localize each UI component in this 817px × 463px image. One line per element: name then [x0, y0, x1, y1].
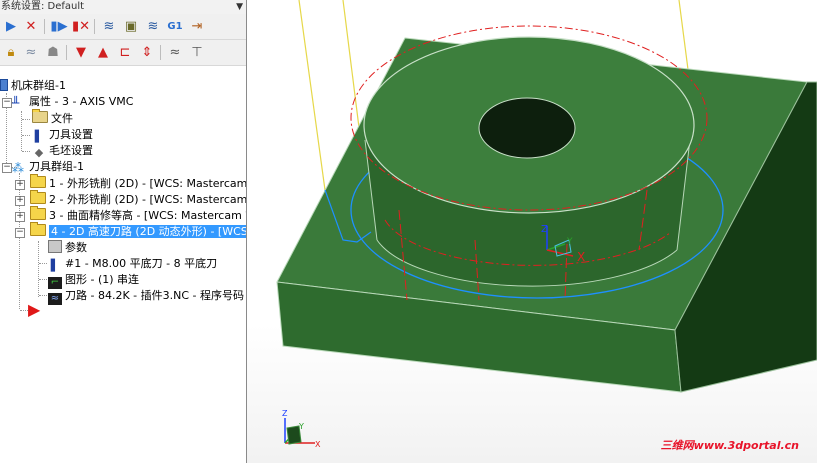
- tree-label: 毛坯设置: [49, 144, 93, 157]
- tree-item-files[interactable]: 文件: [32, 109, 73, 127]
- tree-item-geometry[interactable]: ⌐ 图形 - (1) 串连: [48, 272, 140, 289]
- settings-label: 系统设置: Default: [1, 1, 85, 12]
- regenerate-selected-icon[interactable]: ▮▶: [50, 18, 68, 35]
- tree-label: 1 - 外形铣削 (2D) - [WCS: Mastercam 前: [49, 177, 247, 190]
- tree-item-tool[interactable]: ▌ #1 - M8.00 平底刀 - 8 平底刀: [48, 256, 217, 272]
- view-triad: Z Y X: [282, 409, 321, 449]
- simulate-icon[interactable]: ≋: [144, 18, 162, 35]
- tree-label: 文件: [51, 112, 73, 125]
- operation-folder-icon: [30, 190, 46, 204]
- tree-label-selected: 4 - 2D 高速刀路 (2D 动态外形) - [WCS:: [49, 225, 246, 238]
- expand-toggle[interactable]: +: [15, 212, 25, 222]
- watermark-text: 三维网www.3dportal.cn: [660, 439, 799, 452]
- display-path-icon[interactable]: ≈: [166, 44, 184, 61]
- collapse-toggle[interactable]: −: [2, 98, 12, 108]
- tree-item-stock-settings[interactable]: ◆ 毛坯设置: [32, 143, 93, 159]
- operation-folder-icon: [30, 206, 46, 220]
- tree-label: 刀路 - 84.2K - 插件3.NC - 程序号码: [65, 289, 244, 302]
- toolpath-icon: ≈: [48, 293, 62, 305]
- post-g1-icon[interactable]: G1: [166, 18, 184, 35]
- move-up-icon[interactable]: ▲: [94, 44, 112, 61]
- tree-item-operation-3[interactable]: 3 - 曲面精修等高 - [WCS: Mastercam 前: [30, 206, 247, 224]
- triad-y-label: Y: [298, 422, 304, 431]
- toolpath-group-icon: ⁂: [12, 161, 24, 175]
- machine-group-icon: [0, 79, 8, 91]
- lock-icon[interactable]: 🔒︎: [2, 44, 20, 61]
- backplot-icon[interactable]: ≋: [100, 18, 118, 35]
- operation-folder-open-icon: [30, 222, 46, 236]
- parameters-icon: [48, 240, 62, 253]
- verify-icon[interactable]: ▣: [122, 18, 140, 35]
- graphics-viewport[interactable]: Z Y X Z Y X 三维网www.3dportal.cn: [247, 0, 817, 463]
- tree-item-operation-2[interactable]: 2 - 外形铣削 (2D) - [WCS: Mastercam 前: [30, 190, 247, 208]
- properties-icon: ╨: [12, 96, 20, 110]
- collapse-toggle[interactable]: −: [2, 163, 12, 173]
- tree-item-machine-group[interactable]: 机床群组-1: [0, 78, 66, 94]
- post-output-icon[interactable]: ⇥: [188, 18, 206, 35]
- tree-item-properties[interactable]: ╨ 属性 - 3 - AXIS VMC: [12, 94, 133, 110]
- gizmo-z-label: Z: [541, 224, 548, 235]
- part-view: Z Y X Z Y X: [276, 0, 817, 449]
- tree-label: #1 - M8.00 平底刀 - 8 平底刀: [65, 257, 218, 270]
- toolbar-bottom: 🔒︎ ≈ ☗ ▼ ▲ ⊏ ⇕ ≈ ⊤: [0, 40, 246, 66]
- tree-label: 图形 - (1) 串连: [65, 273, 140, 286]
- expand-toggle[interactable]: +: [15, 180, 25, 190]
- ghost-icon[interactable]: ☗: [44, 44, 62, 61]
- tree-label: 刀具群组-1: [29, 160, 84, 173]
- operation-folder-icon: [30, 174, 46, 188]
- operations-tree: 机床群组-1 ╨ 属性 - 3 - AXIS VMC − 文件 ▌ 刀具设置 ◆ 毛坯…: [0, 77, 246, 463]
- tree-item-operation-4[interactable]: 4 - 2D 高速刀路 (2D 动态外形) - [WCS:: [30, 222, 246, 240]
- insert-arrow-icon[interactable]: ⇕: [138, 44, 156, 61]
- gizmo-y-label: Y: [566, 237, 573, 247]
- tree-item-parameters[interactable]: 参数: [48, 240, 87, 256]
- tree-item-operation-1[interactable]: 1 - 外形铣削 (2D) - [WCS: Mastercam 前: [30, 174, 247, 192]
- toolbar-top: ▶ ✕ ▮▶ ▮✕ ≋ ▣ ≋ G1 ⇥: [0, 14, 246, 40]
- tree-label: 机床群组-1: [11, 79, 66, 92]
- collapse-toggle[interactable]: −: [15, 228, 25, 238]
- tree-item-tool-settings[interactable]: ▌ 刀具设置: [32, 127, 93, 143]
- tree-item-toolpath[interactable]: ≈ 刀路 - 84.2K - 插件3.NC - 程序号码: [48, 288, 244, 305]
- tree-label: 刀具设置: [49, 128, 93, 141]
- settings-bar[interactable]: 系统设置: Default ▼: [0, 0, 246, 14]
- folder-icon: [32, 109, 48, 123]
- dropdown-arrow-icon[interactable]: ▼: [236, 1, 243, 14]
- operations-manager-panel: 系统设置: Default ▼ ▶ ✕ ▮▶ ▮✕ ≋ ▣ ≋ G1 ⇥ 🔒︎ …: [0, 0, 247, 463]
- tool-icon: ▌: [50, 259, 60, 272]
- select-invalid-icon[interactable]: ✕: [22, 18, 40, 35]
- center-hole: [478, 97, 576, 159]
- triad-z-label: Z: [282, 409, 288, 418]
- gizmo-x-label: X: [577, 250, 585, 264]
- triad-x-label: X: [315, 440, 321, 449]
- tool-line-left: [298, 0, 326, 191]
- tree-item-toolpath-group[interactable]: ⁂ 刀具群组-1: [12, 159, 84, 175]
- tree-label: 属性 - 3 - AXIS VMC: [29, 95, 134, 108]
- tree-label: 3 - 曲面精修等高 - [WCS: Mastercam 前: [49, 209, 247, 222]
- expand-toggle[interactable]: +: [15, 196, 25, 206]
- insert-arrow-marker-icon[interactable]: ▶: [28, 302, 40, 318]
- stock-icon: ◆: [34, 146, 44, 159]
- tree-label: 参数: [65, 241, 87, 254]
- filter-icon[interactable]: ⊤: [188, 44, 206, 61]
- tree-label: 2 - 外形铣削 (2D) - [WCS: Mastercam 前: [49, 193, 247, 206]
- select-all-icon[interactable]: ▶: [2, 18, 20, 35]
- regenerate-dirty-icon[interactable]: ▮✕: [72, 18, 90, 35]
- move-down-icon[interactable]: ▼: [72, 44, 90, 61]
- tool-settings-icon: ▌: [34, 130, 44, 143]
- toggle-display-icon[interactable]: ≈: [22, 44, 40, 61]
- insert-after-icon[interactable]: ⊏: [116, 44, 134, 61]
